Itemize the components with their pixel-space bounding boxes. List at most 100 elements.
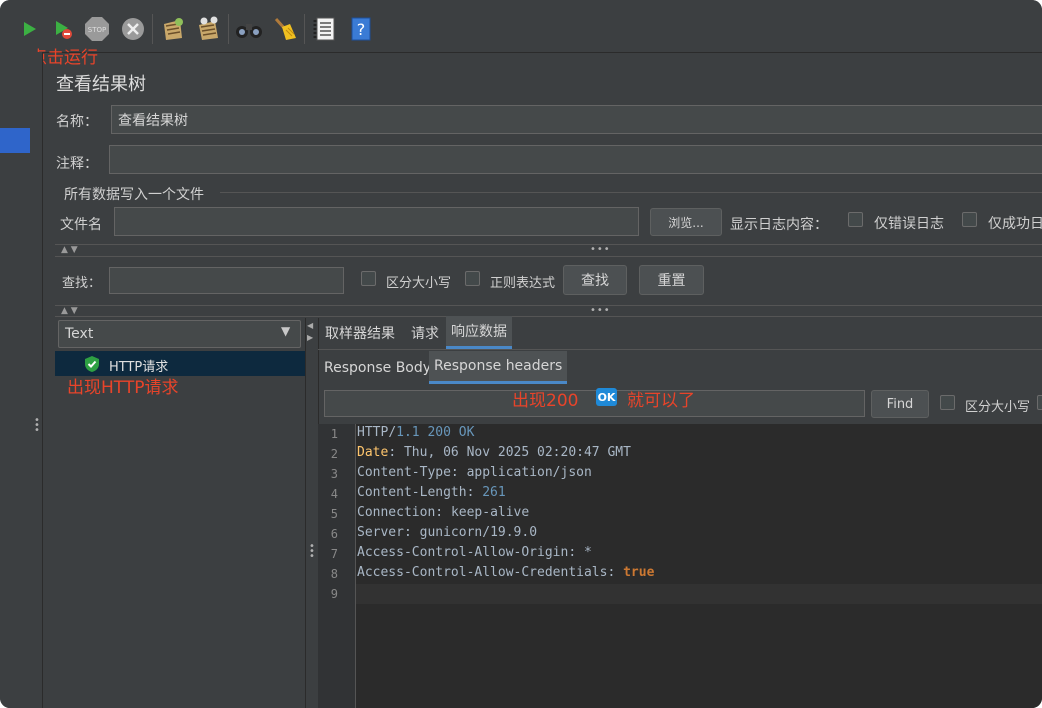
test-plan-tree-selection[interactable] (0, 128, 30, 153)
search-binoculars-icon[interactable] (234, 14, 264, 44)
function-helper-icon[interactable] (310, 14, 340, 44)
collapse-arrows-icon: ◀ ▶ (307, 321, 314, 342)
name-field[interactable]: 查看结果树 (111, 105, 1042, 134)
header-sep: / (388, 425, 397, 440)
header-key: HTTP (357, 425, 389, 440)
section-divider (220, 192, 1042, 193)
left-splitter[interactable]: • • • (30, 52, 43, 708)
response-search-input[interactable] (324, 390, 865, 417)
file-section-label: 所有数据写入一个文件 (64, 187, 204, 203)
svg-text:?: ? (357, 20, 366, 39)
header-value: 261 (482, 485, 506, 500)
header-sep: : (450, 465, 467, 480)
header-line: Content-Length: 261 (357, 485, 506, 500)
reset-button[interactable]: 重置 (639, 265, 704, 295)
header-key: Date (357, 445, 389, 460)
log-content-label: 显示日志内容： (730, 217, 828, 233)
tab-request[interactable]: 请求 (406, 319, 444, 347)
collapse-arrows-icon[interactable]: ▲ ▼ (61, 306, 78, 316)
find-button[interactable]: 查找 (563, 265, 627, 295)
line-number: 8 (330, 567, 338, 581)
regex-label: 正则表达式 (490, 276, 556, 291)
header-value: true (623, 565, 655, 580)
renderer-select[interactable]: Text ▼ (58, 320, 301, 348)
header-value: * (583, 545, 592, 560)
header-sep: : (403, 525, 420, 540)
filename-field[interactable] (114, 207, 639, 236)
line-number: 5 (330, 507, 338, 521)
subtab-response-body[interactable]: Response Body (319, 354, 436, 382)
regex-checkbox[interactable] (465, 271, 480, 286)
search-label: 查找： (62, 276, 102, 291)
svg-text:STOP: STOP (88, 26, 106, 34)
collapse-arrows-icon[interactable]: ▲ ▼ (61, 245, 78, 255)
start-icon[interactable] (14, 14, 44, 44)
header-sep: : (466, 485, 483, 500)
comment-label: 注释： (56, 156, 98, 172)
renderer-select-value: Text (65, 326, 94, 342)
splitter-line (55, 316, 1042, 317)
response-case-checkbox[interactable] (940, 395, 955, 410)
header-value: application/json (466, 465, 592, 480)
stop-icon[interactable]: STOP (82, 14, 112, 44)
response-case-label: 区分大小写 (965, 400, 1031, 415)
tabs-divider (318, 349, 1042, 350)
vertical-splitter[interactable]: ◀ ▶ • • • (305, 318, 319, 708)
current-line-highlight (356, 584, 1042, 604)
header-line: Content-Type: application/json (357, 465, 592, 480)
line-number: 6 (330, 527, 338, 541)
response-find-button[interactable]: Find (871, 390, 929, 418)
header-key: Server (357, 525, 404, 540)
http-request-annotation: 出现HTTP请求 (67, 378, 179, 398)
header-key: Content-Type (357, 465, 451, 480)
tab-sampler-result[interactable]: 取样器结果 (320, 319, 400, 347)
subtab-response-headers[interactable]: Response headers (429, 351, 568, 384)
search-input[interactable] (109, 267, 344, 294)
name-label: 名称： (56, 114, 98, 130)
header-key: Content-Length (357, 485, 467, 500)
success-only-checkbox[interactable] (962, 212, 977, 227)
clear-all-icon[interactable] (194, 14, 224, 44)
splitter-line (55, 305, 1042, 306)
line-number: 3 (330, 467, 338, 481)
line-number: 9 (330, 587, 338, 601)
splitter-grip-icon: • • • (309, 541, 315, 562)
splitter-grip-icon[interactable]: ••• (590, 244, 611, 255)
toolbar: STOP ? 点击运行 (0, 0, 1042, 68)
header-value: keep-alive (450, 505, 530, 520)
comment-field[interactable] (109, 145, 1042, 174)
splitter-grip-icon[interactable]: ••• (590, 305, 611, 316)
errors-only-checkbox[interactable] (848, 212, 863, 227)
tab-response-data[interactable]: 响应数据 (446, 316, 512, 349)
header-line: Access-Control-Allow-Credentials: true (357, 565, 654, 580)
browse-button[interactable]: 浏览... (650, 208, 722, 236)
help-icon[interactable]: ? (346, 14, 376, 44)
clear-icon[interactable] (158, 14, 188, 44)
header-sep: : (607, 565, 624, 580)
header-sep: : (388, 445, 404, 460)
start-no-pause-icon[interactable] (48, 14, 78, 44)
header-key: Access-Control-Allow-Origin (357, 545, 569, 560)
toolbar-separator (228, 14, 229, 44)
splitter-grip-icon: • • • (34, 415, 40, 436)
header-value: 1.1 200 OK (396, 425, 475, 440)
header-key: Connection (357, 505, 436, 520)
line-number: 1 (330, 427, 338, 441)
ok-annotation-prefix: 出现200 (512, 391, 579, 411)
toolbar-separator (152, 14, 153, 44)
header-line: Access-Control-Allow-Origin: * (357, 545, 592, 560)
chevron-down-icon: ▼ (281, 324, 291, 338)
success-only-label: 仅成功日 (988, 216, 1042, 232)
reset-search-broom-icon[interactable] (270, 14, 300, 44)
shutdown-icon[interactable] (118, 14, 148, 44)
header-sep: : (568, 545, 584, 560)
response-regex-checkbox[interactable] (1037, 395, 1042, 410)
line-number: 4 (330, 487, 338, 501)
line-number: 2 (330, 447, 338, 461)
header-key: Access-Control-Allow-Credentials (357, 565, 608, 580)
header-line: Server: gunicorn/19.9.0 (357, 525, 537, 540)
header-line: Date: Thu, 06 Nov 2025 02:20:47 GMT (357, 445, 631, 460)
case-sensitive-checkbox[interactable] (361, 271, 376, 286)
header-line: HTTP/1.1 200 OK (357, 425, 474, 440)
panel-title: 查看结果树 (56, 74, 146, 95)
